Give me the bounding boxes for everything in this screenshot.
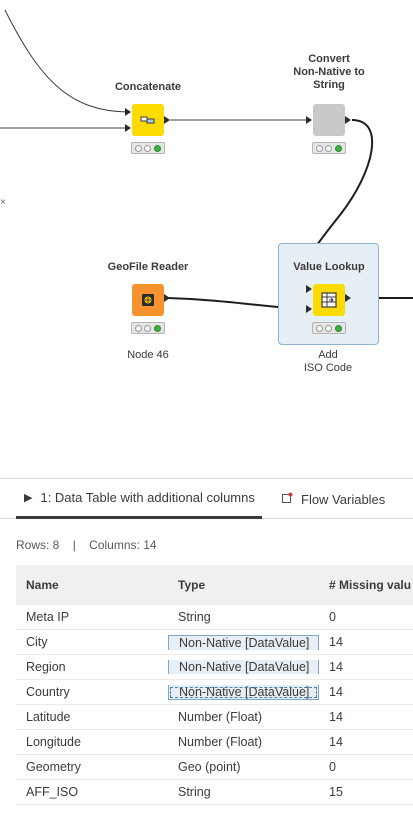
column-header-name[interactable]: Name bbox=[16, 578, 168, 592]
cell-type[interactable]: Number (Float) bbox=[168, 710, 319, 724]
convert-node[interactable] bbox=[313, 104, 345, 136]
node-title-convert[interactable]: Convert Non-Native to String bbox=[280, 53, 378, 92]
column-header-missing[interactable]: # Missing valu bbox=[319, 578, 413, 592]
cell-type[interactable]: Number (Float) bbox=[168, 735, 319, 749]
tab-data-table[interactable]: ▶ 1: Data Table with additional columns bbox=[16, 479, 262, 519]
table-stats: Rows: 8 | Columns: 14 bbox=[16, 538, 157, 552]
value-lookup-node[interactable] bbox=[313, 284, 345, 316]
node-status-indicator bbox=[312, 142, 346, 154]
connection-wire bbox=[4, 9, 131, 113]
workflow-canvas[interactable]: × Concatenate Convert Non-Native to Stri… bbox=[0, 0, 413, 478]
output-tabs: ▶ 1: Data Table with additional columns … bbox=[0, 479, 413, 519]
node-status-indicator bbox=[131, 142, 165, 154]
cell-name[interactable]: Latitude bbox=[16, 710, 168, 724]
cell-name[interactable]: City bbox=[16, 635, 168, 649]
node-label-line: Add bbox=[318, 349, 338, 361]
cell-missing[interactable]: 14 bbox=[319, 735, 413, 749]
cell-name[interactable]: Meta IP bbox=[16, 610, 168, 624]
cell-type[interactable]: Non-Native [DataValue] bbox=[168, 634, 319, 650]
table-row[interactable]: City Non-Native [DataValue] 14 bbox=[16, 630, 413, 655]
input-port[interactable] bbox=[125, 124, 131, 132]
spec-table: Name Type # Missing valu Meta IP String … bbox=[16, 565, 413, 805]
node-status-indicator bbox=[312, 322, 346, 334]
node-label-geofile-reader[interactable]: Node 46 bbox=[110, 349, 186, 362]
tab-label: 1: Data Table with additional columns bbox=[40, 490, 255, 505]
output-port[interactable] bbox=[345, 294, 351, 302]
table-row[interactable]: Longitude Number (Float) 14 bbox=[16, 730, 413, 755]
node-label-value-lookup[interactable]: Add ISO Code bbox=[290, 349, 366, 375]
concatenate-icon bbox=[140, 116, 155, 124]
table-row[interactable]: Geometry Geo (point) 0 bbox=[16, 755, 413, 780]
column-header-type[interactable]: Type bbox=[168, 578, 319, 592]
output-panel: ▶ 1: Data Table with additional columns … bbox=[0, 478, 413, 820]
cell-missing[interactable]: 14 bbox=[319, 660, 413, 674]
input-port[interactable] bbox=[306, 285, 312, 293]
output-port[interactable] bbox=[164, 294, 170, 302]
node-title-concatenate[interactable]: Concatenate bbox=[104, 81, 192, 94]
node-title-line: Non-Native to bbox=[293, 66, 365, 78]
cell-name[interactable]: Longitude bbox=[16, 735, 168, 749]
table-row[interactable]: Country Non-Native [DataValue] 14 bbox=[16, 680, 413, 705]
node-title-line: Convert bbox=[308, 53, 350, 65]
column-count: Columns: 14 bbox=[89, 538, 157, 552]
tab-label: Flow Variables bbox=[301, 491, 386, 507]
node-title-geofile-reader[interactable]: GeoFile Reader bbox=[100, 261, 196, 274]
cell-name[interactable]: AFF_ISO bbox=[16, 785, 168, 799]
row-count: Rows: 8 bbox=[16, 538, 60, 552]
geofile-icon bbox=[142, 294, 154, 306]
cell-name[interactable]: Geometry bbox=[16, 760, 168, 774]
output-port[interactable] bbox=[345, 116, 351, 124]
input-port[interactable] bbox=[306, 116, 312, 124]
geofile-reader-node[interactable] bbox=[132, 284, 164, 316]
flow-variable-icon bbox=[282, 492, 293, 506]
table-row[interactable]: Region Non-Native [DataValue] 14 bbox=[16, 655, 413, 680]
flow-variable-glyph bbox=[282, 492, 293, 503]
cell-name[interactable]: Country bbox=[16, 685, 168, 699]
cell-missing[interactable]: 0 bbox=[319, 610, 413, 624]
input-port[interactable] bbox=[125, 108, 131, 116]
input-port[interactable] bbox=[306, 305, 312, 313]
cell-name[interactable]: Region bbox=[16, 660, 168, 674]
cell-type[interactable]: Non-Native [DataValue] bbox=[168, 660, 319, 674]
cell-missing[interactable]: 14 bbox=[319, 685, 413, 699]
cell-missing[interactable]: 0 bbox=[319, 760, 413, 774]
table-header: Name Type # Missing valu bbox=[16, 565, 413, 605]
table-row[interactable]: Latitude Number (Float) 14 bbox=[16, 705, 413, 730]
table-row[interactable]: Meta IP String 0 bbox=[16, 605, 413, 630]
node-title-line: String bbox=[313, 79, 345, 91]
cell-missing[interactable]: 14 bbox=[319, 710, 413, 724]
cell-type[interactable]: Non-Native [DataValue] bbox=[168, 684, 319, 700]
lookup-table-icon bbox=[321, 292, 337, 308]
cell-missing[interactable]: 14 bbox=[319, 635, 413, 649]
node-label-line: ISO Code bbox=[303, 362, 353, 374]
cell-type[interactable]: String bbox=[168, 610, 319, 624]
concatenate-node[interactable] bbox=[132, 104, 164, 136]
node-title-value-lookup[interactable]: Value Lookup bbox=[283, 261, 375, 274]
table-row[interactable]: AFF_ISO String 15 bbox=[16, 780, 413, 805]
cell-type[interactable]: String bbox=[168, 785, 319, 799]
node-status-indicator bbox=[131, 322, 165, 334]
cell-missing[interactable]: 15 bbox=[319, 785, 413, 799]
cell-type[interactable]: Geo (point) bbox=[168, 760, 319, 774]
play-icon: ▶ bbox=[24, 492, 33, 504]
stats-separator: | bbox=[72, 538, 76, 552]
tab-flow-variables[interactable]: Flow Variables bbox=[282, 479, 413, 519]
output-port[interactable] bbox=[164, 116, 170, 124]
